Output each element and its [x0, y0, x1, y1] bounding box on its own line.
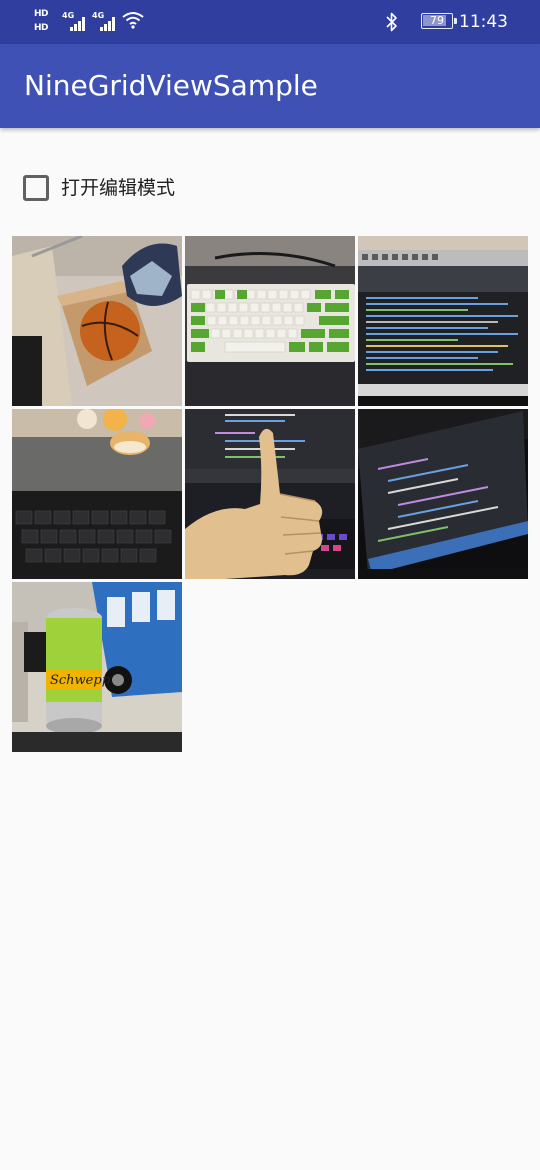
status-time: 11:43 — [459, 12, 508, 32]
grid-image[interactable]: Schwepp — [12, 582, 182, 752]
nine-grid-view: Schwepp — [12, 236, 528, 752]
battery-nub — [454, 18, 457, 24]
hd-label: HD — [34, 9, 49, 19]
edit-mode-checkbox-row[interactable]: 打开编辑模式 — [18, 164, 238, 212]
grid-image[interactable] — [185, 236, 355, 406]
edit-mode-checkbox[interactable] — [23, 175, 49, 201]
hd-label: HD — [34, 23, 49, 33]
bluetooth-icon — [386, 12, 397, 32]
thumbs-up-photo — [185, 409, 355, 579]
battery-icon: 79 — [421, 13, 453, 29]
wifi-icon — [122, 12, 144, 29]
status-bar: HD HD 4G 4G 79 11:43 — [0, 0, 540, 44]
edit-mode-label[interactable]: 打开编辑模式 — [61, 176, 175, 200]
grid-image[interactable] — [12, 409, 182, 579]
app-title: NineGridViewSample — [24, 69, 318, 102]
app-bar: NineGridViewSample — [0, 44, 540, 128]
basketball-photo — [12, 236, 182, 406]
hd-indicator: HD HD — [34, 7, 60, 35]
grid-image[interactable] — [358, 236, 528, 406]
grid-image[interactable] — [185, 409, 355, 579]
ide-console-photo — [358, 236, 528, 406]
keyboard-photo — [185, 236, 355, 406]
grid-image[interactable] — [12, 236, 182, 406]
desk-keyboard-photo — [12, 409, 182, 579]
schweppes-can-photo: Schwepp — [12, 582, 182, 752]
code-monitor-photo — [358, 409, 528, 579]
svg-text:Schwepp: Schwepp — [50, 673, 111, 688]
grid-image[interactable] — [358, 409, 528, 579]
battery-level: 79 — [430, 14, 444, 27]
